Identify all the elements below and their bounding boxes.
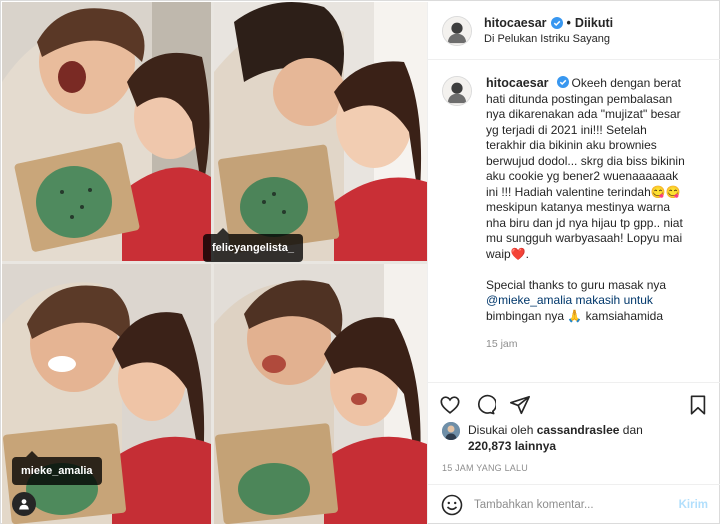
caption-mention-line[interactable]: @mieke_amalia makasih untuk — [486, 293, 698, 309]
add-comment-bar: Kirim — [428, 484, 720, 524]
likes-count[interactable]: 220,873 lainnya — [468, 439, 556, 453]
collage-photo-1 — [2, 2, 211, 261]
post-side-panel: hitocaesar • Diikuti Di Pelukan Istriku … — [427, 2, 720, 524]
caption-line: berwujud dodol... skrg dia biss bikinin — [486, 153, 685, 168]
likes-prefix: Disukai oleh — [468, 423, 534, 437]
instagram-post: felicyangelista_ mieke_amalia hitocaesar — [0, 0, 720, 524]
liker-avatar[interactable] — [442, 422, 460, 440]
caption-line: hati ditunda postingan pembalasan — [486, 91, 673, 106]
caption-line: bimbingan nya 🙏 kamsiahamida — [486, 308, 664, 323]
caption-line: ini !!! Hadiah valentine terindah😋😋 — [486, 184, 681, 199]
caption-line: nha biru dan jd nya hijau tp gpp.. niat — [486, 215, 683, 230]
verified-badge-icon — [556, 76, 569, 88]
following-button[interactable]: Diikuti — [575, 16, 613, 30]
photo-tag-mieke-amalia[interactable]: mieke_amalia — [12, 451, 102, 485]
caption-line: Special thanks to guru masak nya — [486, 277, 667, 292]
caption-line: aku cookie yg bener2 wuenaaaaaak — [486, 169, 679, 183]
caption-line: yg terjadi di 2021 ini!!! Setelah — [486, 122, 647, 137]
verified-badge-icon — [550, 17, 563, 29]
author-username[interactable]: hitocaesar — [484, 16, 547, 30]
likes-summary: Disukai oleh cassandraslee dan 220,873 l… — [442, 422, 712, 454]
action-bar — [428, 382, 720, 426]
heart-icon[interactable] — [438, 393, 462, 417]
caption-line — [486, 262, 698, 278]
emoji-icon[interactable] — [440, 493, 464, 517]
caption-line: Okeeh dengan berat — [571, 76, 681, 90]
collage-photo-4 — [214, 264, 427, 524]
caption-username[interactable]: hitocaesar — [486, 76, 549, 90]
collage-photo-2 — [214, 2, 427, 261]
separator-dot: • — [566, 16, 571, 30]
caption-line: terakhir dia bikinin aku brownies — [486, 138, 657, 152]
post-location[interactable]: Di Pelukan Istriku Sayang — [484, 33, 613, 45]
post-photo[interactable]: felicyangelista_ mieke_amalia — [2, 2, 427, 524]
caption-line: nya dikarenakan ada "mujizat" besar — [486, 107, 681, 121]
caption-author-avatar[interactable] — [442, 76, 472, 106]
photo-tag-felicyangelista[interactable]: felicyangelista_ — [203, 228, 303, 262]
likes-connector: dan — [622, 423, 643, 437]
comment-input[interactable] — [474, 498, 679, 511]
user-tag-icon[interactable] — [12, 492, 36, 516]
likes-text: Disukai oleh cassandraslee dan 220,873 l… — [468, 422, 643, 454]
post-comment-button[interactable]: Kirim — [679, 499, 708, 511]
comments-section: hitocaesar Okeeh dengan berat hati ditund… — [428, 60, 720, 382]
post-timestamp[interactable]: 15 JAM YANG LALU — [442, 463, 528, 473]
post-header: hitocaesar • Diikuti Di Pelukan Istriku … — [428, 2, 720, 60]
share-icon[interactable] — [508, 393, 532, 417]
caption-text: hitocaesar Okeeh dengan berat hati ditund… — [486, 76, 698, 324]
caption-line: waip❤️. — [486, 246, 529, 261]
caption-line: meskipun katanya mestinya warna — [486, 200, 671, 214]
bookmark-icon[interactable] — [686, 393, 710, 417]
liker-username[interactable]: cassandraslee — [537, 423, 620, 437]
collage-photo-3 — [2, 264, 211, 524]
caption-line: mu sungguh warbyasaah! Lopyu mai — [486, 231, 683, 245]
comment-icon[interactable] — [473, 393, 497, 417]
caption: hitocaesar Okeeh dengan berat hati ditund… — [442, 76, 706, 324]
caption-timestamp: 15 jam — [486, 338, 518, 350]
author-avatar[interactable] — [442, 15, 472, 46]
